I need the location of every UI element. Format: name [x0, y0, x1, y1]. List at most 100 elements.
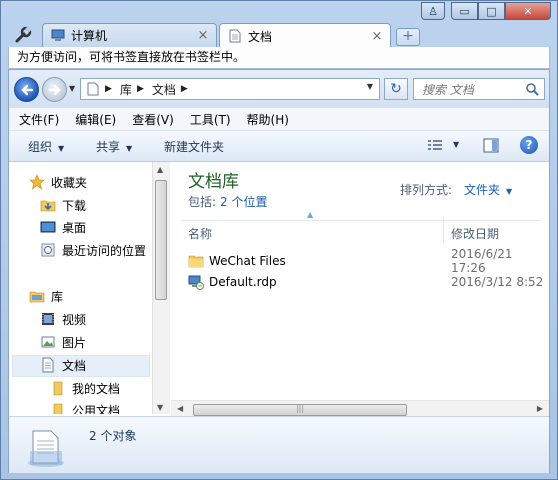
column-separator[interactable]: [443, 217, 444, 243]
nav-pictures[interactable]: 图片: [40, 332, 86, 352]
column-date-header[interactable]: 修改日期: [451, 225, 499, 242]
desktop-icon: [40, 221, 56, 233]
library-locations-link[interactable]: 2 个位置: [220, 195, 267, 209]
search-box[interactable]: [413, 78, 545, 100]
address-dropdown-icon[interactable]: ▼: [367, 82, 373, 91]
libraries-icon: [29, 291, 45, 303]
file-row[interactable]: Default.rdp 2016/3/12 8:52: [188, 272, 548, 292]
minimize-button[interactable]: ▭: [451, 2, 478, 20]
arrange-by-value: 文件夹: [464, 183, 501, 197]
tab-computer-close-button[interactable]: ×: [196, 28, 210, 43]
videos-icon: [42, 313, 54, 325]
breadcrumb-separator-icon[interactable]: ▶: [137, 84, 144, 94]
location-icon: [87, 82, 99, 96]
nav-recent-places[interactable]: 最近访问的位置: [40, 240, 146, 260]
file-name: Default.rdp: [209, 275, 277, 289]
nav-recent-places-label: 最近访问的位置: [62, 243, 147, 258]
search-input[interactable]: [420, 80, 524, 100]
scroll-up-icon[interactable]: ▲: [157, 165, 163, 174]
menu-tools[interactable]: 工具(T): [184, 111, 237, 128]
menu-edit[interactable]: 编辑(E): [69, 111, 122, 128]
grip-icon: |||: [295, 404, 305, 413]
back-arrow-icon: [21, 84, 34, 96]
nav-desktop[interactable]: 桌面: [40, 217, 86, 237]
tab-documents-label: 文档: [248, 29, 273, 44]
rdp-file-icon: [188, 275, 204, 290]
new-folder-button[interactable]: 新建文件夹: [164, 138, 224, 155]
maximize-button[interactable]: □: [478, 2, 505, 20]
breadcrumb-separator-icon[interactable]: ▶: [181, 84, 188, 94]
file-list-pane: 文档库 包括: 2 个位置 排列方式: 文件夹 ▼ ▲ 名称 修改日期 WeChat…: [171, 162, 549, 414]
nav-public-documents[interactable]: 公用文档: [50, 400, 120, 414]
scrollbar-thumb[interactable]: |||: [193, 404, 407, 416]
view-options-icon[interactable]: [427, 139, 443, 153]
breadcrumb-separator-icon[interactable]: ▶: [105, 84, 112, 94]
breadcrumb-libraries[interactable]: 库: [120, 81, 132, 98]
forward-button[interactable]: [42, 77, 67, 102]
recent-pages-dropdown-icon[interactable]: ▼: [69, 84, 75, 93]
preview-pane-icon[interactable]: [483, 138, 499, 153]
recent-places-icon: [41, 243, 55, 257]
refresh-button[interactable]: ↻: [384, 78, 408, 100]
folder-icon: [53, 381, 63, 396]
navigation-row: ▼ ▶ 库 ▶ 文档 ▶ ▼ ↻: [9, 70, 549, 108]
scroll-left-icon[interactable]: ◀: [177, 404, 183, 413]
scroll-down-icon[interactable]: ▼: [157, 403, 163, 412]
user-icon[interactable]: ♙: [421, 2, 445, 20]
menu-file[interactable]: 文件(F): [13, 111, 65, 128]
command-bar: 组织 ▼ 共享 ▼ 新建文件夹 ▼ ?: [9, 131, 549, 162]
library-title: 文档库: [188, 172, 239, 192]
nav-favorites[interactable]: 收藏夹: [29, 172, 87, 192]
nav-pictures-label: 图片: [62, 335, 87, 350]
nav-downloads[interactable]: 下载: [40, 195, 86, 215]
nav-public-documents-label: 公用文档: [72, 403, 121, 415]
tab-computer[interactable]: 计算机 ×: [42, 23, 217, 47]
share-button[interactable]: 共享 ▼: [96, 138, 132, 155]
arrange-by-label: 排列方式:: [400, 183, 453, 197]
star-icon: [29, 174, 45, 190]
file-date: 2016/6/21 17:26: [451, 247, 513, 275]
nav-videos[interactable]: 视频: [40, 309, 86, 329]
nav-pane-scrollbar[interactable]: ▲ ▼: [152, 162, 170, 414]
arrange-by-dropdown[interactable]: 文件夹 ▼: [464, 181, 512, 198]
close-button[interactable]: ✕: [505, 2, 551, 20]
explorer-body: ▼ ▶ 库 ▶ 文档 ▶ ▼ ↻ 文件(: [8, 69, 550, 473]
organize-button[interactable]: 组织 ▼: [28, 138, 64, 155]
view-dropdown-icon[interactable]: ▼: [453, 140, 459, 149]
file-date: 2016/3/12 8:52: [451, 275, 544, 289]
file-row[interactable]: WeChat Files 2016/6/21 17:26: [188, 247, 548, 275]
column-name-header[interactable]: 名称: [188, 225, 212, 242]
nav-documents[interactable]: 文档: [40, 355, 86, 375]
chevron-down-icon: ▼: [58, 144, 65, 153]
nav-libraries[interactable]: 库: [29, 286, 63, 306]
explorer-window: 计算机 × 文档 × + ♙ ▭ □ ✕ 为方便访问，可将书签直接放在书签栏中。: [0, 0, 558, 480]
address-bar[interactable]: ▶ 库 ▶ 文档 ▶ ▼: [80, 78, 380, 100]
downloads-folder-icon: [40, 200, 56, 212]
back-button[interactable]: [14, 77, 39, 102]
tab-documents-close-button[interactable]: ×: [370, 29, 384, 44]
menu-help[interactable]: 帮助(H): [241, 111, 295, 128]
documents-icon: [42, 357, 54, 373]
scroll-right-icon[interactable]: ▶: [537, 404, 543, 413]
breadcrumb-documents[interactable]: 文档: [152, 81, 176, 98]
library-includes-label: 包括:: [188, 195, 217, 209]
help-button[interactable]: ?: [520, 136, 538, 154]
nav-downloads-label: 下载: [62, 198, 87, 213]
details-pane: 2 个对象: [9, 416, 549, 473]
nav-my-documents-label: 我的文档: [72, 381, 121, 396]
menu-view[interactable]: 查看(V): [126, 111, 180, 128]
file-name: WeChat Files: [209, 254, 286, 268]
search-icon[interactable]: [525, 82, 539, 96]
tab-documents[interactable]: 文档 ×: [219, 23, 391, 48]
wrench-icon[interactable]: [14, 26, 32, 44]
share-label: 共享: [96, 140, 121, 154]
chevron-down-icon: ▼: [126, 144, 133, 153]
library-includes: 包括: 2 个位置: [188, 193, 268, 210]
tab-computer-label: 计算机: [71, 29, 108, 43]
nav-desktop-label: 桌面: [62, 220, 87, 235]
documents-library-icon: [28, 430, 64, 467]
nav-videos-label: 视频: [62, 312, 87, 327]
nav-my-documents[interactable]: 我的文档: [50, 378, 120, 398]
scrollbar-thumb[interactable]: [155, 180, 167, 300]
new-tab-button[interactable]: +: [396, 28, 420, 46]
